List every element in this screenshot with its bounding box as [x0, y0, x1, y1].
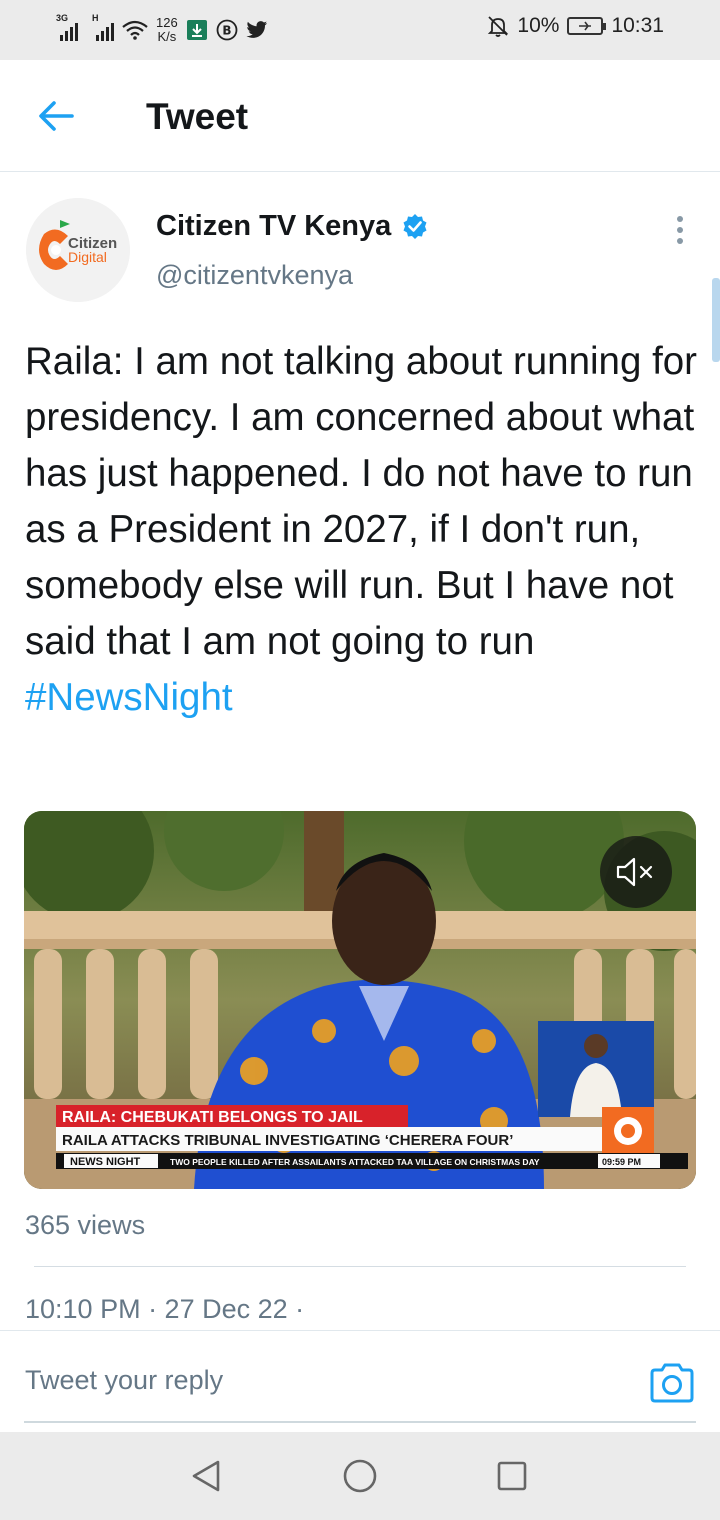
divider: [34, 1266, 686, 1267]
video-clock: 09:59 PM: [602, 1157, 641, 1167]
wifi-icon: [122, 20, 148, 40]
network-type-label: H: [92, 13, 99, 23]
nav-back-button[interactable]: [186, 1456, 226, 1496]
video-program-label: NEWS NIGHT: [70, 1156, 141, 1168]
tweet-text: Raila: I am not talking about running fo…: [25, 334, 705, 726]
more-options-button[interactable]: [668, 210, 692, 250]
citizen-digital-logo: Citizen Digital: [26, 198, 130, 302]
signal-icon: 3G: [56, 13, 78, 41]
video-subheadline: RAILA ATTACKS TRIBUNAL INVESTIGATING ‘CH…: [62, 1132, 513, 1149]
svg-text:B: B: [222, 24, 231, 38]
speaker-muted-icon: [616, 857, 653, 887]
video-headline: RAILA: CHEBUKATI BELONGS TO JAIL: [62, 1109, 363, 1126]
status-bar: 3G H 126 K/s B 10% 10:31: [0, 0, 720, 60]
view-count: 365 views: [25, 1210, 146, 1240]
nav-home-button[interactable]: [340, 1456, 380, 1496]
download-app-icon: [186, 20, 207, 40]
battery-percent: 10%: [517, 14, 560, 37]
tweet-timestamp: 10:10 PM · 27 Dec 22 ·: [25, 1294, 305, 1324]
reply-input[interactable]: Tweet your reply: [25, 1365, 223, 1396]
tweet-body: Raila: I am not talking about running fo…: [25, 340, 698, 663]
back-arrow-icon: [39, 101, 74, 131]
twitter-bird-icon: [246, 21, 267, 38]
page-title: Tweet: [146, 96, 249, 137]
network-type-label: 3G: [56, 13, 69, 23]
network-speed-unit: K/s: [157, 29, 177, 44]
battery-icon: [567, 17, 607, 35]
mute-bell-icon: [488, 16, 509, 37]
more-dot-icon: [677, 238, 683, 244]
reply-input-underline: [24, 1421, 696, 1423]
camera-button[interactable]: [648, 1361, 696, 1405]
reply-bar: Tweet your reply: [0, 1330, 720, 1432]
avatar[interactable]: Citizen Digital: [26, 198, 130, 302]
author-handle[interactable]: @citizentvkenya: [156, 260, 353, 291]
clock: 10:31: [611, 14, 664, 37]
nav-recents-button[interactable]: [492, 1456, 532, 1496]
b-circle-icon: B: [216, 19, 238, 41]
signal-icon: H: [92, 13, 114, 41]
app-header: Tweet: [0, 60, 720, 172]
avatar-text-digital: Digital: [68, 249, 107, 265]
triangle-back-icon: [192, 1460, 220, 1492]
back-button[interactable]: [34, 94, 78, 138]
system-nav-bar: [0, 1432, 720, 1520]
author-name[interactable]: Citizen TV Kenya: [156, 210, 429, 243]
more-dot-icon: [677, 216, 683, 222]
network-speed-value: 126: [156, 15, 178, 30]
video-frame: RAILA: CHEBUKATI BELONGS TO JAIL RAILA A…: [24, 811, 696, 1189]
verified-badge-icon: [403, 213, 427, 239]
scrollbar[interactable]: [712, 278, 720, 362]
circle-home-icon: [343, 1459, 377, 1493]
status-right: 10% 10:31: [487, 14, 664, 38]
author-name-text: Citizen TV Kenya: [156, 210, 392, 242]
network-speed: 126 K/s: [156, 16, 178, 44]
more-dot-icon: [677, 227, 683, 233]
hashtag-link[interactable]: #NewsNight: [25, 676, 233, 719]
status-left: 3G H 126 K/s B: [56, 12, 268, 48]
tweet-video[interactable]: RAILA: CHEBUKATI BELONGS TO JAIL RAILA A…: [24, 811, 696, 1189]
square-recents-icon: [497, 1461, 527, 1491]
camera-icon: [650, 1363, 694, 1403]
video-ticker: TWO PEOPLE KILLED AFTER ASSAILANTS ATTAC…: [170, 1157, 540, 1167]
mute-toggle-button[interactable]: [600, 836, 672, 908]
